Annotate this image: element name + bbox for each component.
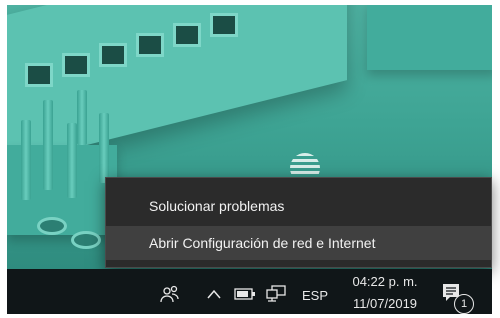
wallpaper-socket: [210, 13, 238, 37]
menu-item-label: Solucionar problemas: [149, 198, 285, 214]
network-icon[interactable]: [265, 285, 287, 303]
clock-time[interactable]: 04:22 p. m.: [345, 274, 425, 289]
wallpaper-socket: [173, 23, 201, 47]
wallpaper-block: [367, 5, 492, 70]
wallpaper-socket: [25, 63, 53, 87]
clock-date[interactable]: 11/07/2019: [345, 296, 425, 311]
wallpaper-component: [37, 217, 67, 235]
language-indicator[interactable]: ESP: [302, 288, 328, 303]
wallpaper-pin: [99, 113, 109, 183]
wallpaper-pin: [43, 100, 53, 190]
screenshot-frame: Solucionar problemas Abrir Configuración…: [0, 0, 500, 318]
battery-icon[interactable]: [234, 287, 256, 301]
wallpaper-pin: [21, 120, 31, 200]
wallpaper-pin: [67, 123, 77, 198]
chevron-up-icon[interactable]: [207, 288, 221, 300]
network-context-menu: Solucionar problemas Abrir Configuración…: [105, 177, 492, 268]
wallpaper-socket: [62, 53, 90, 77]
menu-item-open-network-settings[interactable]: Abrir Configuración de red e Internet: [106, 226, 491, 260]
menu-item-troubleshoot[interactable]: Solucionar problemas: [106, 189, 491, 223]
wallpaper-socket: [136, 33, 164, 57]
people-icon[interactable]: [160, 284, 180, 304]
menu-item-label: Abrir Configuración de red e Internet: [149, 235, 376, 251]
wallpaper-pin: [77, 90, 87, 145]
wallpaper-component: [71, 231, 101, 249]
notification-count-badge: 1: [454, 294, 474, 314]
wallpaper-socket: [99, 43, 127, 67]
